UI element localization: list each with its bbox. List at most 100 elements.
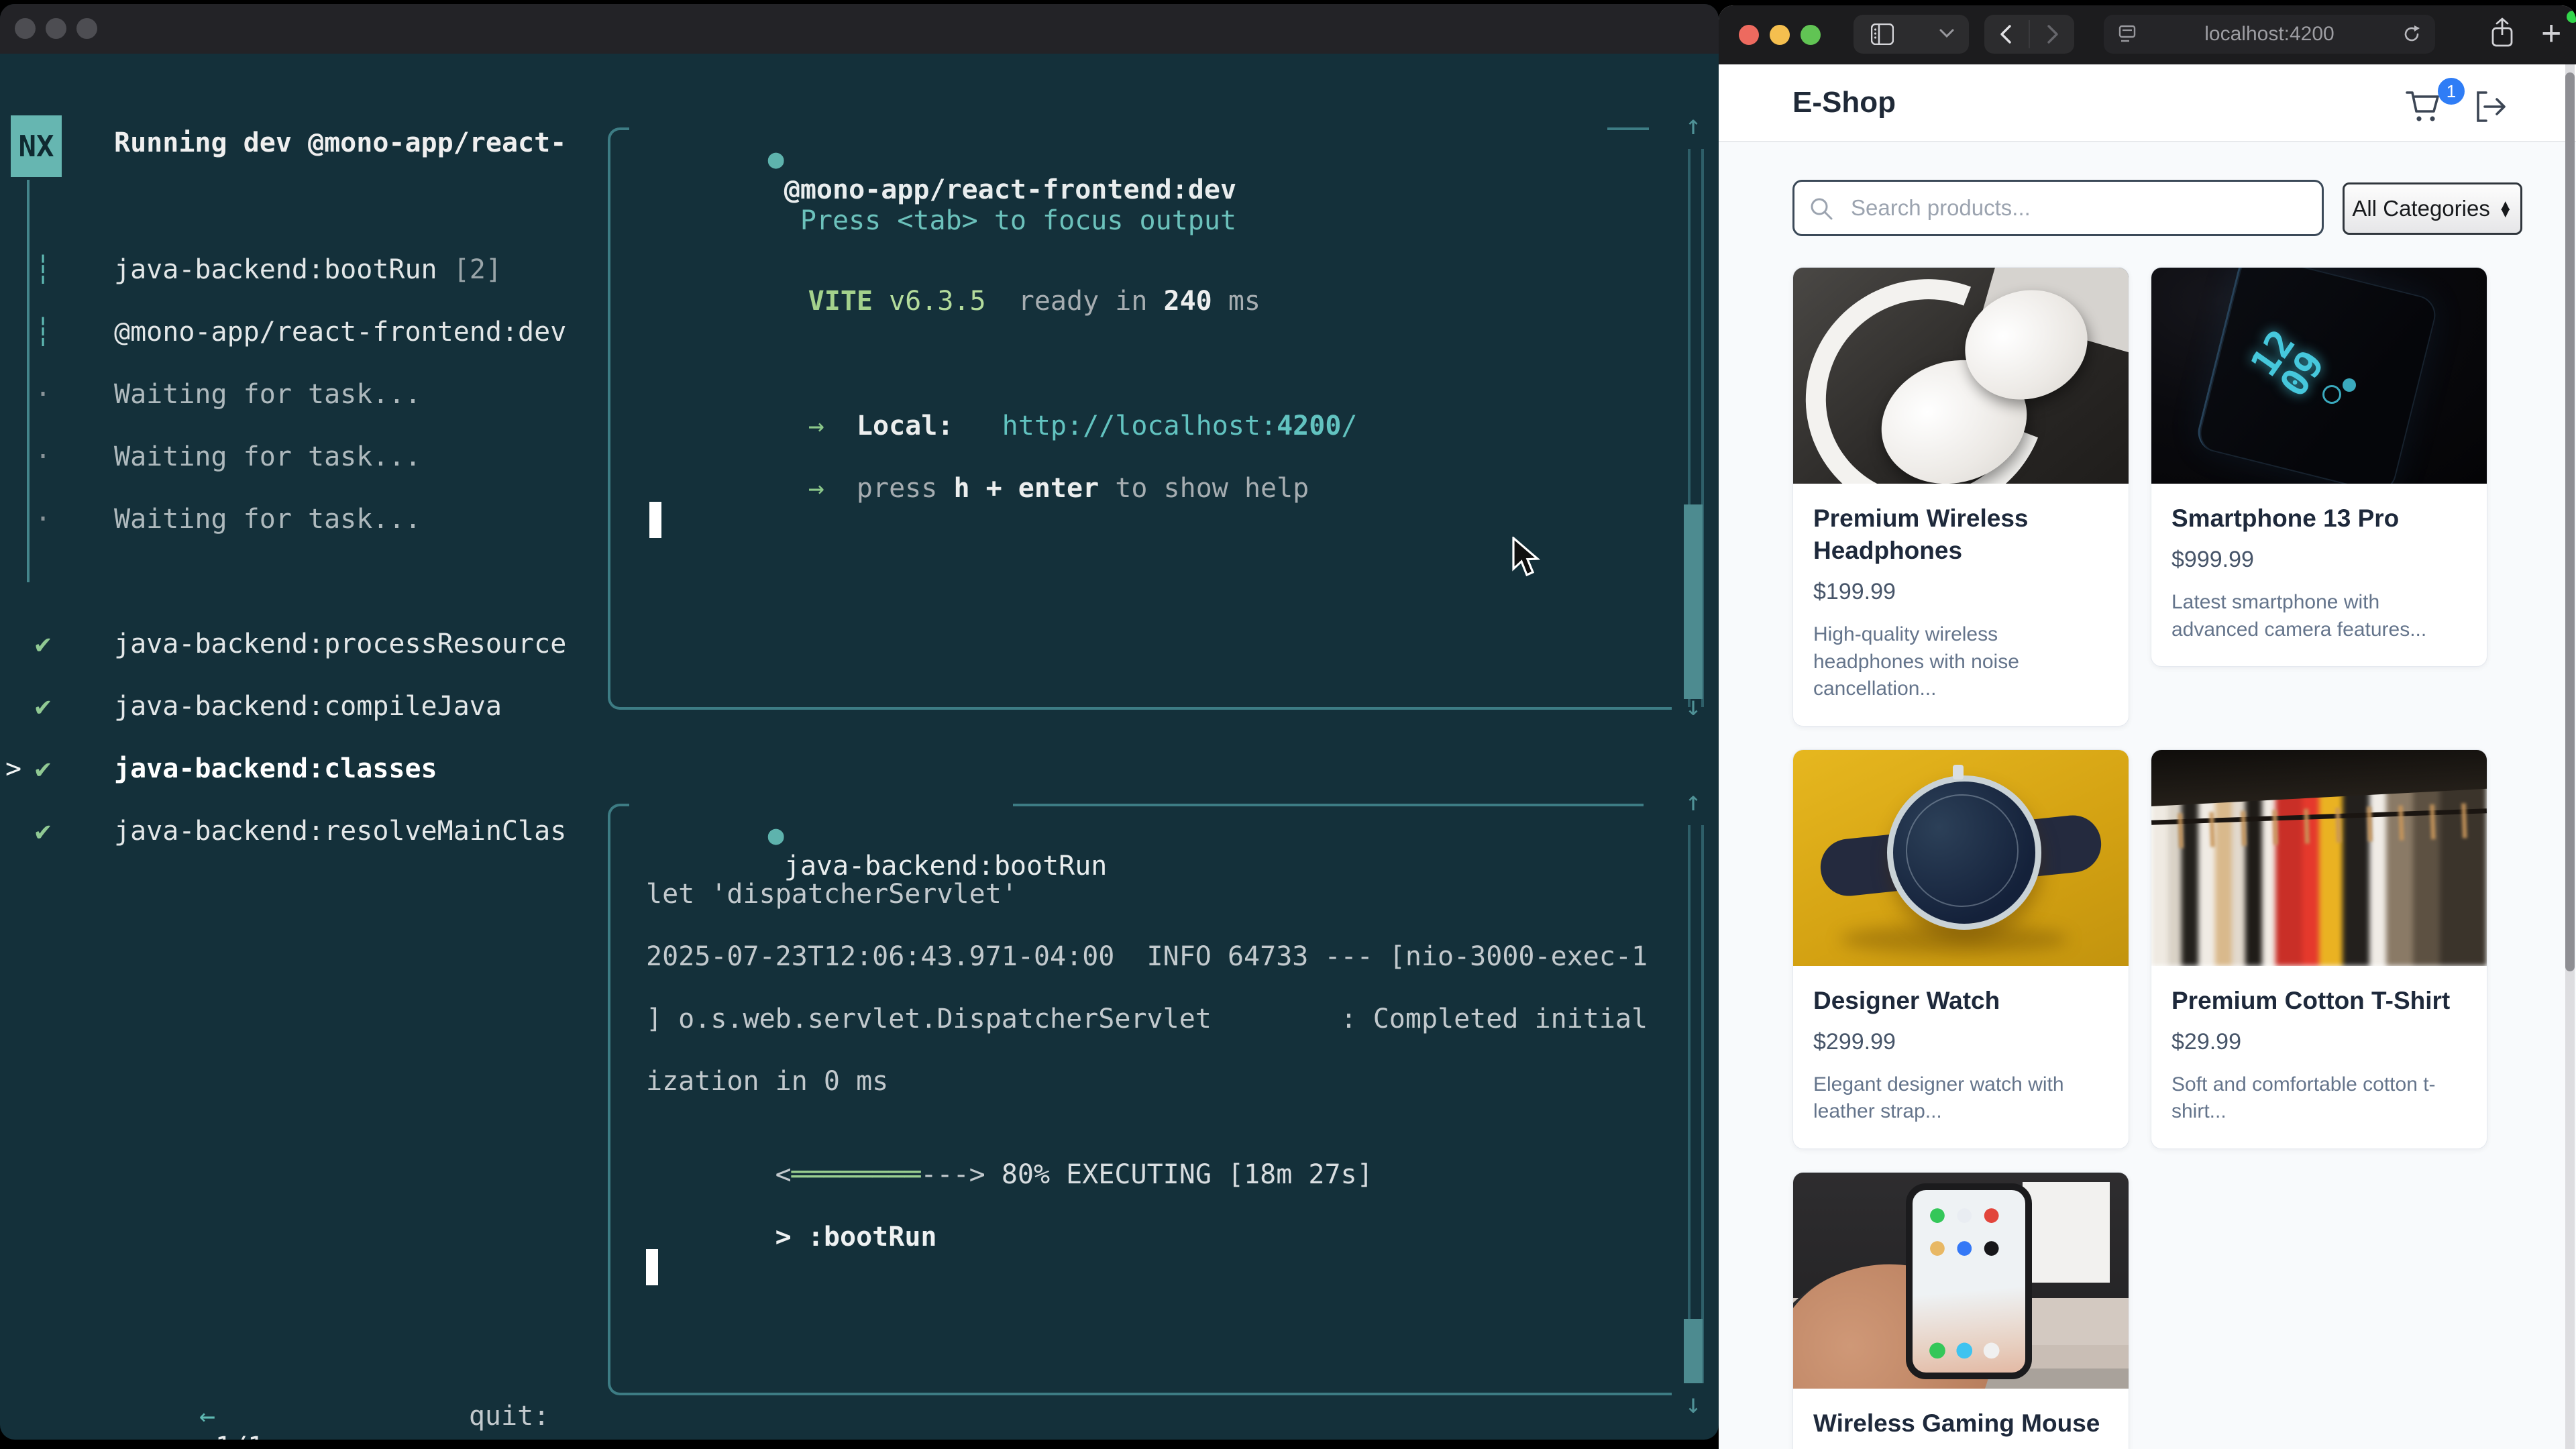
task-label: Waiting for task... [114,504,421,535]
pending-dot-icon: · [35,379,51,410]
vite-help-line: → press h + enter to show help [679,442,1309,535]
quit-label: quit: [469,1401,549,1432]
page-indicator: 1/1 [199,1432,280,1440]
back-icon[interactable] [1999,24,2012,44]
new-tab-icon[interactable]: + [2541,19,2561,48]
scrollbar-thumb[interactable] [1684,504,1703,699]
sidebar-icon[interactable] [1871,23,1894,45]
terminal-cursor [646,1249,658,1285]
product-image-watch [1793,750,2129,966]
check-icon: ✔ [35,816,51,847]
category-select[interactable]: All Categories ▲▼ [2343,182,2522,235]
chevron-down-icon[interactable] [1939,28,1954,38]
scroll-down-icon[interactable]: ↓ [1685,1389,1701,1419]
scroll-down-icon[interactable]: ↓ [1685,691,1701,722]
log-line: ] o.s.web.servlet.DispatcherServlet : Co… [646,1004,1648,1034]
logout-icon[interactable] [2473,90,2509,123]
arrow-icon: → [808,411,824,441]
product-card[interactable]: Designer Watch $299.99 Elegant designer … [1792,749,2129,1149]
share-icon[interactable] [2490,17,2514,48]
product-description: Elegant designer watch with leather stra… [1813,1071,2108,1126]
spinner-icon: ┆ [35,317,51,347]
task-label: java-backend:bootRun [114,254,437,285]
page-scrollbar-thumb[interactable] [2565,72,2575,971]
search-input[interactable] [1792,180,2324,236]
divider [2029,20,2030,48]
arrow-icon: → [808,473,824,504]
sidebar-toggle-group [1854,15,1969,54]
progress-bar: ════════ [792,1159,921,1190]
scrollbar-thumb[interactable] [1684,1319,1703,1383]
address-bar[interactable]: localhost:4200 [2104,15,2435,54]
spinner-icon: ┆ [35,254,51,285]
terminal-titlebar[interactable] [0,4,1719,54]
browser-zoom-button[interactable] [1801,25,1821,45]
vite-ready-line: VITE v6.3.5 ready in 240 ms [679,255,1260,347]
shop-title: E-Shop [1792,86,1896,119]
task-row[interactable]: · Waiting for task... [0,425,604,488]
task-row[interactable]: ✔ java-backend:compileJava [0,675,604,737]
product-image-smartphone: 12 09 [2151,268,2487,484]
reload-icon[interactable] [2402,24,2422,44]
screen-recording-indicator [2567,11,2576,23]
check-icon: ✔ [35,753,51,784]
terminal-minimize-button[interactable] [46,18,66,39]
cart-icon[interactable] [2404,89,2443,125]
terminal-window: NX Running dev @mono-app/react- ┆ java-b… [0,4,1719,1440]
product-card[interactable]: 12 09 Smartphone 13 Pro $999.99 Latest s… [2151,267,2487,667]
task-row[interactable]: ┆ java-backend:bootRun [2] [0,238,604,301]
page-format-icon[interactable] [2118,25,2136,44]
shop-content: All Categories ▲▼ Premium Wireless Headp… [1719,142,2576,1449]
select-stepper-icon: ▲▼ [2498,201,2513,216]
product-name: Premium Wireless Headphones [1813,502,2108,567]
safari-window: localhost:4200 + E-Shop 1 [1719,5,2576,1449]
product-card[interactable]: Premium Wireless Headphones $199.99 High… [1792,267,2129,727]
page-prev-arrow[interactable]: ← [199,1401,215,1432]
task-label: Waiting for task... [114,379,421,410]
product-price: $29.99 [2171,1029,2467,1055]
search-icon [1809,196,1834,221]
frontend-pane-header[interactable]: ● @mono-app/react-frontend:dev Press <ta… [639,113,1236,267]
product-description: High-quality wireless headphones with no… [1813,621,2108,703]
product-image-headphones [1793,268,2129,484]
task-row[interactable]: ┆ @mono-app/react-frontend:dev [0,301,604,363]
product-grid: Premium Wireless Headphones $199.99 High… [1792,267,2486,1449]
product-card[interactable]: Wireless Gaming Mouse $79.99 High-perfor… [1792,1172,2129,1449]
nx-logo: NX [11,115,62,177]
task-list-pending: ┆ java-backend:bootRun [2] ┆ @mono-app/r… [0,238,604,550]
url-text: localhost:4200 [2204,23,2334,46]
product-card[interactable]: Premium Cotton T-Shirt $29.99 Soft and c… [2151,749,2487,1149]
task-row[interactable]: · Waiting for task... [0,363,604,425]
gradle-task-line: > :bootRun [646,1191,937,1283]
forward-icon[interactable] [2046,24,2059,44]
quit-key: q [469,1432,517,1440]
terminal-close-button[interactable] [15,18,36,39]
scroll-up-icon[interactable]: ↑ [1685,786,1701,817]
product-price: $199.99 [1813,579,2108,605]
nx-run-title: Running dev @mono-app/react- [114,127,566,158]
browser-close-button[interactable] [1739,25,1759,45]
product-name: Wireless Gaming Mouse [1813,1407,2108,1440]
browser-minimize-button[interactable] [1770,25,1790,45]
terminal-cursor [649,502,661,538]
task-row[interactable]: · Waiting for task... [0,488,604,550]
task-row[interactable]: ✔ java-backend:resolveMainClas [0,800,604,862]
task-row-selected[interactable]: > ✔ java-backend:classes [0,737,604,800]
scrollbar-track[interactable] [1688,825,1704,1383]
pending-dot-icon: · [35,504,51,535]
task-label: java-backend:classes [114,753,437,784]
check-icon: ✔ [35,691,51,722]
nav-buttons-group [1984,15,2074,54]
product-price: $999.99 [2171,547,2467,573]
terminal-zoom-button[interactable] [76,18,97,39]
product-name: Premium Cotton T-Shirt [2171,985,2467,1017]
product-image-mouse [1793,1173,2129,1389]
log-line: ization in 0 ms [646,1066,888,1097]
log-line: let 'dispatcherServlet' [646,879,1018,910]
task-label: java-backend:resolveMainClas [114,816,566,847]
task-row[interactable]: ✔ java-backend:processResource [0,612,604,675]
task-list-done: ✔ java-backend:processResource ✔ java-ba… [0,612,604,862]
running-bullet-icon: ● [768,820,784,851]
scroll-up-icon[interactable]: ↑ [1685,110,1701,141]
dev-server-link[interactable]: 4200 [1277,411,1341,441]
